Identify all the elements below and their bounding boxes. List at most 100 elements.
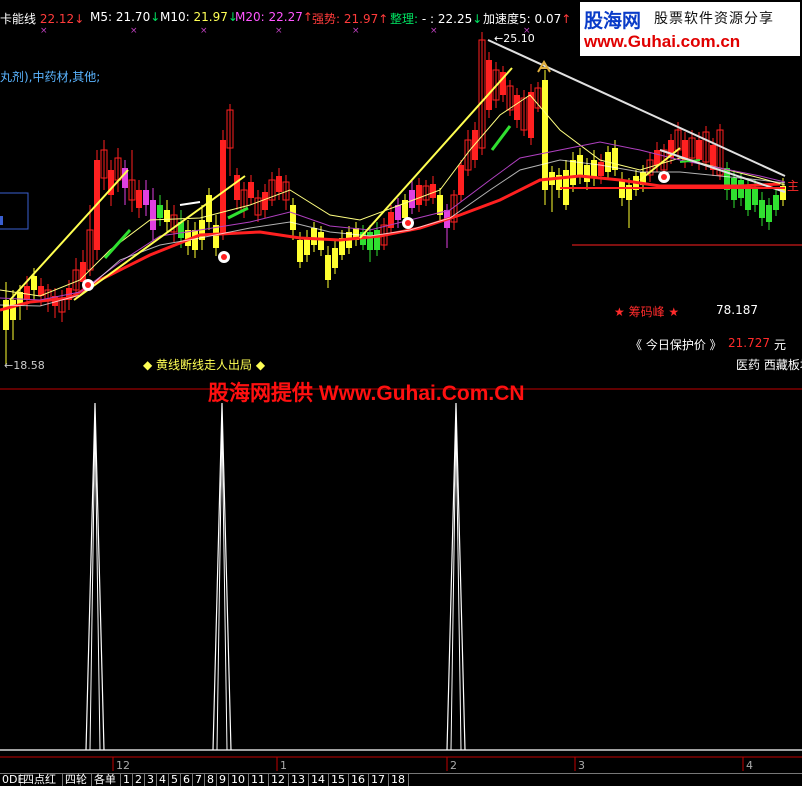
candle-body bbox=[591, 160, 597, 178]
indicator-item: 整理: - : 22.25↓ bbox=[390, 10, 482, 27]
indicator-label: 整理: bbox=[390, 12, 419, 26]
candle-body bbox=[367, 232, 373, 250]
signal-spike bbox=[85, 402, 105, 751]
bottom-tab[interactable]: 四点红 bbox=[21, 774, 63, 786]
indicator-arrow-icon: ↓ bbox=[150, 10, 161, 24]
signal-spike-inner bbox=[216, 419, 228, 751]
candle-body bbox=[304, 238, 310, 255]
candle-body bbox=[766, 205, 772, 222]
bottom-tab[interactable]: 12 bbox=[269, 774, 289, 786]
candle-body bbox=[430, 184, 436, 198]
candle-body bbox=[542, 80, 548, 190]
bottom-tab[interactable]: 8 bbox=[205, 774, 217, 786]
cross-mark-icon: × bbox=[430, 26, 438, 36]
cross-mark-icon: × bbox=[200, 26, 208, 36]
candle-body bbox=[164, 210, 170, 222]
candle-body bbox=[598, 162, 604, 176]
bottom-tab[interactable]: 0DE bbox=[0, 774, 24, 786]
bottom-tab[interactable]: 16 bbox=[349, 774, 369, 786]
candle-body bbox=[612, 148, 618, 170]
indicator-item: M5: 21.70↓ bbox=[90, 10, 160, 24]
candle-body bbox=[759, 200, 765, 218]
indicator-value: 0.07 bbox=[530, 12, 562, 26]
indicator-item: 卡能线 22.12↓ bbox=[0, 10, 84, 27]
indicator-value: 21.97 bbox=[189, 10, 228, 24]
indicator-label: M10: bbox=[160, 10, 190, 24]
bottom-tab[interactable]: 4 bbox=[157, 774, 169, 786]
bottom-tab[interactable]: 18 bbox=[389, 774, 409, 786]
accel-segment bbox=[103, 229, 132, 259]
chip-peak-label: ★ 筹码峰 ★ bbox=[614, 305, 680, 319]
indicator-label: 卡能线 bbox=[0, 12, 37, 26]
candle-body bbox=[416, 185, 422, 205]
price-high-value: 25.10 bbox=[503, 32, 535, 45]
candle-body bbox=[24, 286, 30, 300]
signal-caption: ◆ 黄线断线走人出局 ◆ bbox=[143, 358, 266, 372]
bottom-tab[interactable]: 14 bbox=[309, 774, 329, 786]
cross-mark-icon: × bbox=[40, 26, 48, 36]
bottom-tab[interactable]: 10 bbox=[229, 774, 249, 786]
candle-body bbox=[157, 205, 163, 218]
logo-tagline: 股票软件资源分享 bbox=[654, 11, 774, 27]
cross-mark-icon: × bbox=[352, 26, 360, 36]
bottom-tab[interactable]: 17 bbox=[369, 774, 389, 786]
indicator-item: 加速度5: 0.07↑ bbox=[483, 10, 571, 27]
candle-body bbox=[297, 240, 303, 262]
bottom-tab[interactable]: 7 bbox=[193, 774, 205, 786]
info-box-marker bbox=[0, 216, 3, 225]
trend-right-label: 主 bbox=[787, 179, 800, 193]
candle-body bbox=[577, 155, 583, 175]
trend-line bbox=[359, 67, 513, 239]
bottom-tab[interactable]: 各单 bbox=[92, 774, 121, 786]
x-axis-label: 12 bbox=[116, 759, 130, 772]
bottom-tab[interactable]: 1 bbox=[121, 774, 133, 786]
bottom-tab[interactable]: 四轮 bbox=[63, 774, 92, 786]
bottom-tab[interactable]: 6 bbox=[181, 774, 193, 786]
x-axis-label: 2 bbox=[450, 759, 457, 772]
indicator-item: M20: 22.27↑ bbox=[235, 10, 313, 24]
bottom-tab[interactable]: 3 bbox=[145, 774, 157, 786]
kline-chart-window: 12 1 2 3 4 卡能线 22.12↓ × M5: 21.70↓ × M10: 21.97↓… bbox=[0, 0, 802, 786]
bottom-tab[interactable]: 15 bbox=[329, 774, 349, 786]
accel-segment bbox=[490, 125, 512, 151]
candle-body bbox=[276, 176, 282, 192]
bottom-tab[interactable]: 13 bbox=[289, 774, 309, 786]
accel-segment bbox=[179, 201, 201, 206]
candle-body bbox=[248, 182, 254, 198]
indicator-value: 22.27 bbox=[264, 10, 303, 24]
bottom-tab[interactable]: 9 bbox=[217, 774, 229, 786]
candle-body bbox=[318, 232, 324, 250]
indicator-value: - : 22.25 bbox=[418, 12, 473, 26]
bottom-tab[interactable]: 2 bbox=[133, 774, 145, 786]
indicator-arrow-icon: ↓ bbox=[74, 12, 85, 26]
bottom-tab[interactable]: 11 bbox=[249, 774, 269, 786]
indicator-item: M10: 21.97↓ bbox=[160, 10, 238, 24]
indicator-item: 强势: 21.97↑ bbox=[312, 10, 388, 27]
candle-body bbox=[150, 200, 156, 230]
candle-body bbox=[192, 230, 198, 250]
candle-body bbox=[374, 230, 380, 250]
candle-body bbox=[773, 195, 779, 210]
signal-spike bbox=[446, 402, 466, 751]
cross-mark-icon: × bbox=[275, 26, 283, 36]
candle-body bbox=[332, 248, 338, 268]
candle-body bbox=[472, 130, 478, 160]
site-logo[interactable]: 股海网 股票软件资源分享 www.Guhai.com.cn bbox=[580, 2, 800, 56]
bottom-tab[interactable]: 5 bbox=[169, 774, 181, 786]
candle-body bbox=[486, 60, 492, 110]
indicator-arrow-icon: ↓ bbox=[472, 12, 483, 26]
candle-body bbox=[570, 160, 576, 185]
candle-body bbox=[206, 195, 212, 222]
indicator-arrow-icon: ↑ bbox=[378, 12, 389, 26]
sector-tags: 医药 西藏板块 bbox=[736, 358, 802, 372]
indicator-label: M20: bbox=[235, 10, 265, 24]
indicator-value: 21.97 bbox=[340, 12, 379, 26]
protect-price-value: 21.727 bbox=[728, 336, 770, 350]
indicator-value: 21.70 bbox=[112, 10, 151, 24]
watermark: 股海网提供 Www.Guhai.Com.CN bbox=[208, 382, 525, 405]
candle-body bbox=[234, 175, 240, 200]
candle-body bbox=[3, 300, 9, 330]
candle-body bbox=[290, 205, 296, 230]
price-high-label: ←25.10 bbox=[494, 32, 535, 45]
bottom-tab-bar: 0DE 四点红 四轮 各单 1 2 3 4 5 6 7 8 9 10 11 12 13 14 15 16 17 18 bbox=[0, 773, 802, 786]
